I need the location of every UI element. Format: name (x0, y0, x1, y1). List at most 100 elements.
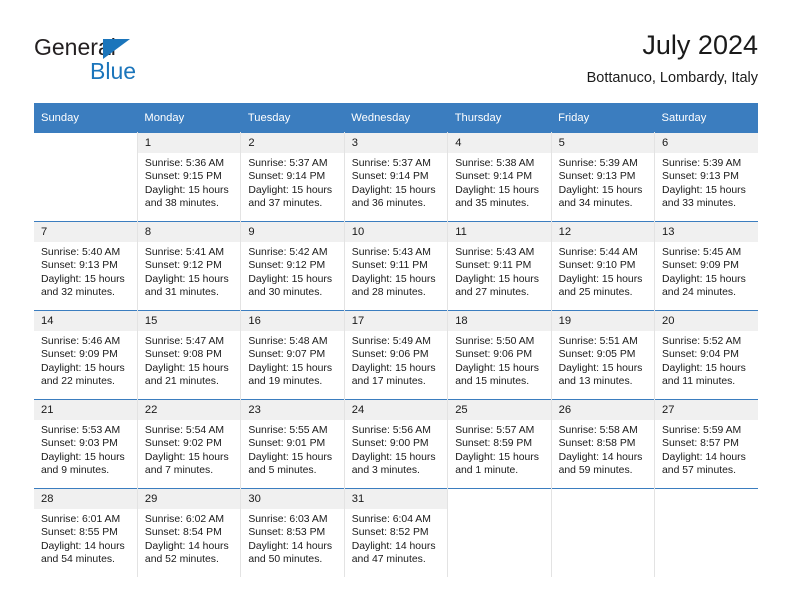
sunrise-text: Sunrise: 6:01 AM (41, 514, 121, 525)
calendar-day-cell[interactable]: 15 Sunrise: 5:47 AM Sunset: 9:08 PM Dayligh… (137, 310, 242, 400)
calendar-day-cell-empty (654, 488, 758, 577)
daylight-text-line2: and 32 minutes. (41, 287, 115, 299)
sunrise-text: Sunrise: 5:37 AM (351, 158, 431, 169)
calendar-day-cell[interactable]: 26 Sunrise: 5:58 AM Sunset: 8:58 PM Dayligh… (551, 399, 656, 489)
calendar-day-cell[interactable]: 31 Sunrise: 6:04 AM Sunset: 8:52 PM Dayligh… (344, 488, 449, 577)
calendar-day-cell[interactable]: 11 Sunrise: 5:43 AM Sunset: 9:11 PM Dayligh… (447, 221, 552, 311)
sunrise-text: Sunrise: 5:51 AM (558, 336, 638, 347)
sunset-text: Sunset: 8:52 PM (351, 527, 429, 539)
day-details: Sunrise: 5:54 AM Sunset: 9:02 PM Daylight:… (138, 420, 240, 478)
day-details: Sunrise: 5:45 AM Sunset: 9:09 PM Daylight:… (655, 242, 758, 300)
sunrise-text: Sunrise: 5:50 AM (455, 336, 535, 347)
sunrise-text: Sunrise: 5:37 AM (248, 158, 328, 169)
calendar-week-row: 1 Sunrise: 5:36 AM Sunset: 9:15 PM Daylight… (34, 132, 758, 222)
calendar-day-cell[interactable]: 27 Sunrise: 5:59 AM Sunset: 8:57 PM Dayligh… (654, 399, 758, 489)
calendar-day-cell[interactable]: 16 Sunrise: 5:48 AM Sunset: 9:07 PM Dayligh… (240, 310, 345, 400)
day-number: 11 (448, 222, 551, 242)
calendar-day-cell[interactable]: 13 Sunrise: 5:45 AM Sunset: 9:09 PM Dayligh… (654, 221, 758, 311)
calendar-day-cell[interactable]: 20 Sunrise: 5:52 AM Sunset: 9:04 PM Dayligh… (654, 310, 758, 400)
sunset-text: Sunset: 9:14 PM (455, 171, 533, 183)
calendar-day-cell[interactable]: 1 Sunrise: 5:36 AM Sunset: 9:15 PM Daylight… (137, 132, 242, 222)
general-blue-logo: General Blue (34, 34, 234, 92)
calendar-day-cell-empty (551, 488, 656, 577)
day-number: 3 (344, 133, 448, 153)
day-number: 19 (551, 311, 655, 331)
day-details: Sunrise: 6:04 AM Sunset: 8:52 PM Daylight:… (345, 509, 447, 567)
daylight-text-line2: and 31 minutes. (144, 287, 219, 299)
calendar-day-cell[interactable]: 5 Sunrise: 5:39 AM Sunset: 9:13 PM Daylight… (551, 132, 656, 222)
calendar-day-cell[interactable]: 3 Sunrise: 5:37 AM Sunset: 9:14 PM Daylight… (344, 132, 449, 222)
calendar-day-cell[interactable]: 19 Sunrise: 5:51 AM Sunset: 9:05 PM Dayligh… (551, 310, 656, 400)
daylight-text-line1: Daylight: 15 hours (455, 362, 539, 374)
day-details: Sunrise: 5:56 AM Sunset: 9:00 PM Daylight:… (345, 420, 447, 478)
sunrise-text: Sunrise: 6:04 AM (351, 514, 431, 525)
day-number: 21 (34, 400, 137, 420)
calendar-day-cell[interactable]: 23 Sunrise: 5:55 AM Sunset: 9:01 PM Dayligh… (240, 399, 345, 489)
daylight-text-line2: and 28 minutes. (351, 287, 426, 299)
calendar-day-cell[interactable]: 7 Sunrise: 5:40 AM Sunset: 9:13 PM Daylight… (34, 221, 138, 311)
calendar-week-row: 21 Sunrise: 5:53 AM Sunset: 9:03 PM Dayligh… (34, 399, 758, 489)
day-details: Sunrise: 5:37 AM Sunset: 9:14 PM Daylight:… (345, 153, 447, 211)
calendar-day-cell[interactable]: 9 Sunrise: 5:42 AM Sunset: 9:12 PM Daylight… (240, 221, 345, 311)
calendar-day-cell[interactable]: 4 Sunrise: 5:38 AM Sunset: 9:14 PM Daylight… (447, 132, 552, 222)
calendar-day-cell[interactable]: 21 Sunrise: 5:53 AM Sunset: 9:03 PM Dayligh… (34, 399, 138, 489)
day-number: 28 (34, 489, 137, 509)
daylight-text-line2: and 33 minutes. (662, 198, 736, 210)
sunset-text: Sunset: 9:08 PM (144, 349, 222, 361)
sunset-text: Sunset: 9:13 PM (558, 171, 636, 183)
calendar-day-cell[interactable]: 28 Sunrise: 6:01 AM Sunset: 8:55 PM Dayligh… (34, 488, 138, 577)
calendar-day-cell[interactable]: 22 Sunrise: 5:54 AM Sunset: 9:02 PM Dayligh… (137, 399, 242, 489)
daylight-text-line1: Daylight: 15 hours (248, 451, 333, 463)
sunset-text: Sunset: 8:55 PM (41, 527, 118, 539)
sunset-text: Sunset: 9:14 PM (248, 171, 326, 183)
calendar-day-cell[interactable]: 2 Sunrise: 5:37 AM Sunset: 9:14 PM Daylight… (240, 132, 345, 222)
sunset-text: Sunset: 9:04 PM (662, 349, 739, 361)
day-number: 9 (241, 222, 344, 242)
sunset-text: Sunset: 9:12 PM (144, 260, 222, 272)
day-details: Sunrise: 5:55 AM Sunset: 9:01 PM Daylight:… (241, 420, 343, 478)
calendar-day-cell[interactable]: 6 Sunrise: 5:39 AM Sunset: 9:13 PM Daylight… (654, 132, 758, 222)
daylight-text-line2: and 36 minutes. (351, 198, 426, 210)
daylight-text-line2: and 24 minutes. (662, 287, 736, 299)
day-details: Sunrise: 5:57 AM Sunset: 8:59 PM Daylight:… (448, 420, 550, 478)
daylight-text-line1: Daylight: 15 hours (351, 273, 436, 285)
day-number (448, 489, 551, 509)
calendar-day-cell[interactable]: 14 Sunrise: 5:46 AM Sunset: 9:09 PM Dayligh… (34, 310, 138, 400)
daylight-text-line2: and 11 minutes. (662, 376, 736, 388)
daylight-text-line2: and 52 minutes. (144, 554, 219, 566)
calendar-day-cell[interactable]: 25 Sunrise: 5:57 AM Sunset: 8:59 PM Dayligh… (447, 399, 552, 489)
calendar-day-cell[interactable]: 10 Sunrise: 5:43 AM Sunset: 9:11 PM Dayligh… (344, 221, 449, 311)
calendar-day-cell[interactable]: 18 Sunrise: 5:50 AM Sunset: 9:06 PM Dayligh… (447, 310, 552, 400)
sunset-text: Sunset: 9:15 PM (144, 171, 222, 183)
day-details: Sunrise: 6:03 AM Sunset: 8:53 PM Daylight:… (241, 509, 343, 567)
sunrise-text: Sunrise: 5:39 AM (558, 158, 638, 169)
daylight-text-line1: Daylight: 14 hours (248, 540, 333, 552)
calendar-day-cell[interactable]: 17 Sunrise: 5:49 AM Sunset: 9:06 PM Dayligh… (344, 310, 449, 400)
daylight-text-line1: Daylight: 15 hours (662, 184, 746, 196)
calendar-day-cell[interactable]: 29 Sunrise: 6:02 AM Sunset: 8:54 PM Dayligh… (137, 488, 242, 577)
daylight-text-line1: Daylight: 15 hours (351, 184, 436, 196)
calendar-day-cell[interactable]: 30 Sunrise: 6:03 AM Sunset: 8:53 PM Dayligh… (240, 488, 345, 577)
sunrise-text: Sunrise: 5:52 AM (662, 336, 742, 347)
daylight-text-line1: Daylight: 15 hours (144, 451, 229, 463)
daylight-text-line1: Daylight: 15 hours (351, 451, 436, 463)
sunrise-text: Sunrise: 5:45 AM (662, 247, 742, 258)
daylight-text-line1: Daylight: 15 hours (455, 273, 539, 285)
daylight-text-line1: Daylight: 15 hours (455, 184, 539, 196)
sunrise-text: Sunrise: 5:46 AM (41, 336, 121, 347)
sunrise-text: Sunrise: 5:47 AM (144, 336, 225, 347)
day-details: Sunrise: 5:59 AM Sunset: 8:57 PM Daylight:… (655, 420, 758, 478)
sunrise-text: Sunrise: 5:53 AM (41, 425, 121, 436)
day-details: Sunrise: 5:43 AM Sunset: 9:11 PM Daylight:… (448, 242, 550, 300)
calendar-day-cell[interactable]: 24 Sunrise: 5:56 AM Sunset: 9:00 PM Dayligh… (344, 399, 449, 489)
sunrise-text: Sunrise: 5:57 AM (455, 425, 535, 436)
daylight-text-line1: Daylight: 15 hours (558, 184, 643, 196)
calendar-day-cell[interactable]: 8 Sunrise: 5:41 AM Sunset: 9:12 PM Daylight… (137, 221, 242, 311)
calendar-body: 1 Sunrise: 5:36 AM Sunset: 9:15 PM Daylight… (34, 132, 758, 577)
sunset-text: Sunset: 9:06 PM (351, 349, 429, 361)
day-number: 8 (137, 222, 241, 242)
day-details: Sunrise: 5:53 AM Sunset: 9:03 PM Daylight:… (34, 420, 137, 478)
sunset-text: Sunset: 9:02 PM (144, 438, 222, 450)
calendar-day-cell[interactable]: 12 Sunrise: 5:44 AM Sunset: 9:10 PM Dayligh… (551, 221, 656, 311)
daylight-text-line1: Daylight: 14 hours (41, 540, 125, 552)
